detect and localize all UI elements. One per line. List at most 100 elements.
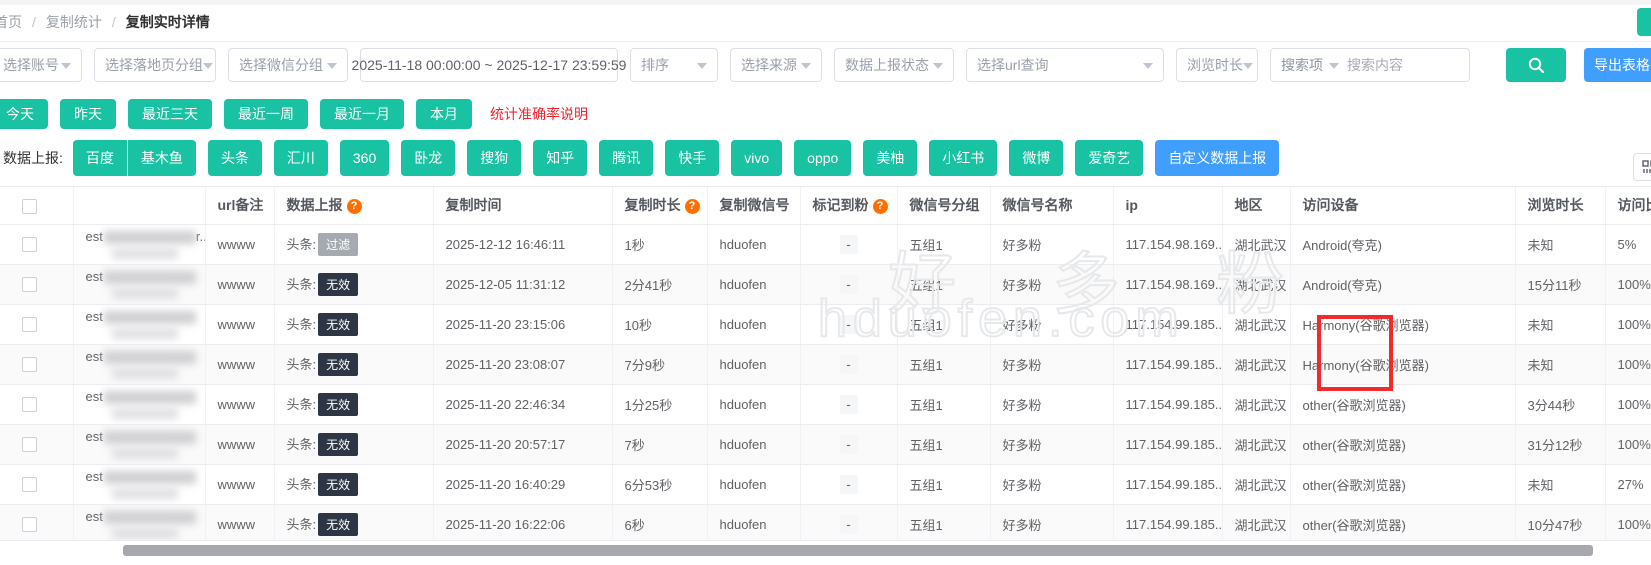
platform-button[interactable]: 小红书 xyxy=(929,140,997,176)
wechat-group-select[interactable]: 选择微信分组 xyxy=(228,48,348,82)
browse-duration-select[interactable]: 浏览时长 xyxy=(1176,48,1258,82)
export-table-button[interactable]: 导出表格 xyxy=(1584,48,1651,82)
cell-browse-duration: 10分47秒 xyxy=(1515,504,1605,541)
quick-date-bar: 今天昨天最近三天最近一周最近一月本月统计准确率说明 xyxy=(0,99,588,129)
landing-name-prefix: est xyxy=(86,229,103,244)
search-field-select[interactable]: 搜索项 xyxy=(1281,55,1347,75)
blurred-text xyxy=(112,248,178,259)
row-checkbox[interactable] xyxy=(22,437,37,452)
breadcrumb-copy-stats[interactable]: 复制统计 xyxy=(46,12,102,32)
table-row[interactable]: est wwww 头条:无效 2025-11-20 16:22:06 6秒 hd… xyxy=(0,504,1651,541)
column-header: 数据上报 xyxy=(274,187,433,224)
platform-button[interactable]: 百度 xyxy=(73,140,128,176)
cell-wechat-name: 好多粉 xyxy=(990,224,1113,264)
column-header: 复制微信号 xyxy=(707,187,800,224)
landing-name-prefix: est xyxy=(86,509,103,524)
row-checkbox[interactable] xyxy=(22,317,37,332)
row-checkbox[interactable] xyxy=(22,477,37,492)
quick-date-button[interactable]: 本月 xyxy=(416,99,472,129)
help-icon[interactable] xyxy=(873,199,888,214)
data-table-container: url备注数据上报复制时间复制时长复制微信号标记到粉微信号分组微信号名称ip地区… xyxy=(0,186,1651,541)
search-input[interactable] xyxy=(1347,57,1457,73)
mark-chip: - xyxy=(840,515,858,534)
cell-ip: 117.154.99.185... xyxy=(1113,304,1222,344)
cell-wechat-group: 五组1 xyxy=(897,464,990,504)
platform-button[interactable]: 爱奇艺 xyxy=(1075,140,1143,176)
chevron-down-icon xyxy=(697,63,707,74)
cell-visit-ratio: 100% xyxy=(1605,504,1651,541)
table-row[interactable]: est wwww 头条:无效 2025-11-20 16:40:29 6分53秒… xyxy=(0,464,1651,504)
platform-button[interactable]: vivo xyxy=(731,140,782,176)
date-range-picker[interactable]: 2025-11-18 00:00:00 ~ 2025-12-17 23:59:5… xyxy=(360,48,618,82)
row-checkbox[interactable] xyxy=(22,277,37,292)
table-row[interactable]: est wwww 头条:无效 2025-11-20 22:46:34 1分25秒… xyxy=(0,384,1651,424)
cell-landing-name: estr... xyxy=(73,224,205,264)
corner-button-fragment[interactable] xyxy=(1637,8,1651,36)
cell-copy-wechat: hduofen xyxy=(707,304,800,344)
custom-report-button[interactable]: 自定义数据上报 xyxy=(1155,140,1279,176)
platform-button[interactable]: 基木鱼 xyxy=(128,140,196,176)
platform-button[interactable]: 头条 xyxy=(208,140,262,176)
platform-button[interactable]: 汇川 xyxy=(274,140,328,176)
sort-select[interactable]: 排序 xyxy=(630,48,718,82)
report-channel: 头条: xyxy=(287,397,317,412)
horizontal-scrollbar-thumb[interactable] xyxy=(123,545,1593,556)
platform-button[interactable]: 微博 xyxy=(1009,140,1063,176)
column-header: 微信号分组 xyxy=(897,187,990,224)
cell-checkbox xyxy=(0,424,73,464)
platform-button[interactable]: oppo xyxy=(794,140,851,176)
column-header: 标记到粉 xyxy=(800,187,897,224)
report-status-badge: 无效 xyxy=(318,273,358,296)
row-checkbox[interactable] xyxy=(22,237,37,252)
column-header-label: 微信号分组 xyxy=(910,197,980,213)
platform-button[interactable]: 360 xyxy=(340,140,389,176)
cell-wechat-name: 好多粉 xyxy=(990,504,1113,541)
breadcrumb-current-page: 复制实时详情 xyxy=(126,12,210,32)
table-row[interactable]: est wwww 头条:无效 2025-11-20 23:15:06 10秒 h… xyxy=(0,304,1651,344)
landing-group-select[interactable]: 选择落地页分组 xyxy=(94,48,216,82)
platform-button[interactable]: 美柚 xyxy=(863,140,917,176)
platform-button[interactable]: 搜狗 xyxy=(467,140,521,176)
column-settings-button[interactable] xyxy=(1633,153,1651,181)
cell-copy-wechat: hduofen xyxy=(707,384,800,424)
landing-name-prefix: est xyxy=(86,349,103,364)
table-row[interactable]: est wwww 头条:无效 2025-11-20 20:57:17 7秒 hd… xyxy=(0,424,1651,464)
column-header-label: 数据上报 xyxy=(287,197,343,213)
breadcrumb-separator: / xyxy=(32,14,36,30)
quick-date-button[interactable]: 最近一月 xyxy=(320,99,404,129)
table-row[interactable]: est wwww 头条:无效 2025-12-05 11:31:12 2分41秒… xyxy=(0,264,1651,304)
cell-mark-to-fan: - xyxy=(800,344,897,384)
row-checkbox[interactable] xyxy=(22,517,37,532)
platform-button[interactable]: 知乎 xyxy=(533,140,587,176)
column-header-label: url备注 xyxy=(218,197,264,213)
source-select[interactable]: 选择来源 xyxy=(730,48,822,82)
row-checkbox[interactable] xyxy=(22,357,37,372)
cell-visit-ratio: 27% xyxy=(1605,464,1651,504)
cell-copy-time: 2025-11-20 16:40:29 xyxy=(433,464,612,504)
row-checkbox[interactable] xyxy=(22,397,37,412)
quick-date-button[interactable]: 最近三天 xyxy=(128,99,212,129)
quick-date-button[interactable]: 今天 xyxy=(0,99,48,129)
platform-button[interactable]: 快手 xyxy=(665,140,719,176)
cell-visit-ratio: 100% xyxy=(1605,344,1651,384)
breadcrumb: 首页 / 复制统计 / 复制实时详情 xyxy=(0,11,210,33)
table-row[interactable]: estr... wwww 头条:过滤 2025-12-12 16:46:11 1… xyxy=(0,224,1651,264)
cell-copy-duration: 7分9秒 xyxy=(612,344,707,384)
quick-date-button[interactable]: 最近一周 xyxy=(224,99,308,129)
select-all-checkbox[interactable] xyxy=(22,199,37,214)
platform-button[interactable]: 腾讯 xyxy=(599,140,653,176)
help-icon[interactable] xyxy=(347,199,362,214)
cell-device: Android(夸克) xyxy=(1290,264,1515,304)
report-status-select[interactable]: 数据上报状态 xyxy=(834,48,954,82)
cell-copy-wechat: hduofen xyxy=(707,224,800,264)
breadcrumb-home[interactable]: 首页 xyxy=(0,12,22,32)
url-query-select[interactable]: 选择url查询 xyxy=(966,48,1164,82)
account-select[interactable]: 选择账号 xyxy=(0,48,82,82)
platform-button[interactable]: 卧龙 xyxy=(401,140,455,176)
accuracy-note-link[interactable]: 统计准确率说明 xyxy=(490,104,588,124)
quick-date-button[interactable]: 昨天 xyxy=(60,99,116,129)
table-row[interactable]: est wwww 头条:无效 2025-11-20 23:08:07 7分9秒 … xyxy=(0,344,1651,384)
blurred-text xyxy=(104,311,196,324)
search-button[interactable] xyxy=(1506,48,1566,82)
help-icon[interactable] xyxy=(685,199,700,214)
